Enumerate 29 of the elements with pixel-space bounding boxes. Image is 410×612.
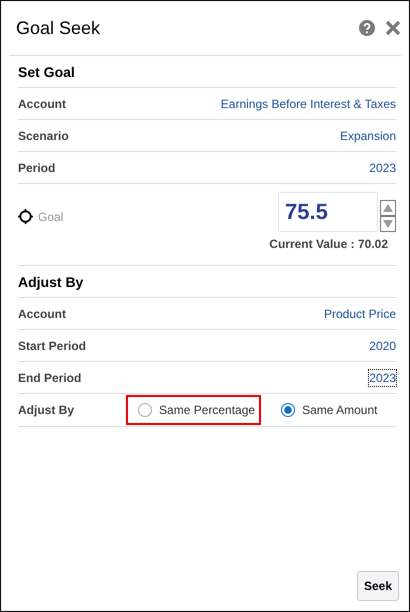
section-heading: Set Goal: [18, 56, 396, 88]
value-link[interactable]: Expansion: [340, 128, 396, 144]
field-label: End Period: [18, 370, 82, 384]
seek-button[interactable]: Seek: [356, 571, 399, 601]
goal-label: Goal: [38, 210, 64, 224]
current-value: Current Value : 70.02: [269, 237, 388, 251]
goal-input[interactable]: 75.5: [278, 192, 378, 232]
field-label: Period: [18, 160, 56, 174]
field-label: Account: [18, 96, 66, 110]
field-label: Start Period: [18, 338, 86, 352]
value-link[interactable]: 2023: [369, 370, 396, 386]
field-label: Account: [18, 306, 66, 320]
value-link[interactable]: 2020: [369, 338, 396, 354]
crosshair-icon: [18, 209, 33, 224]
value-link[interactable]: 2023: [369, 160, 396, 176]
value-link[interactable]: Product Price: [324, 306, 396, 322]
increment-button[interactable]: [380, 200, 396, 216]
option-label: Same Amount: [302, 403, 378, 417]
close-icon[interactable]: [385, 20, 401, 36]
window-title: Goal Seek: [16, 18, 100, 38]
radio-button[interactable]: [281, 403, 296, 417]
field-label: Scenario: [18, 128, 69, 142]
field-label: Adjust By: [18, 403, 74, 417]
option-label: Same Percentage: [159, 403, 256, 417]
help-icon[interactable]: [359, 20, 375, 36]
value-link[interactable]: Earnings Before Interest & Taxes: [220, 96, 396, 112]
radio-button[interactable]: [138, 403, 152, 417]
section-heading: Adjust By: [18, 266, 396, 298]
decrement-button[interactable]: [380, 216, 396, 232]
